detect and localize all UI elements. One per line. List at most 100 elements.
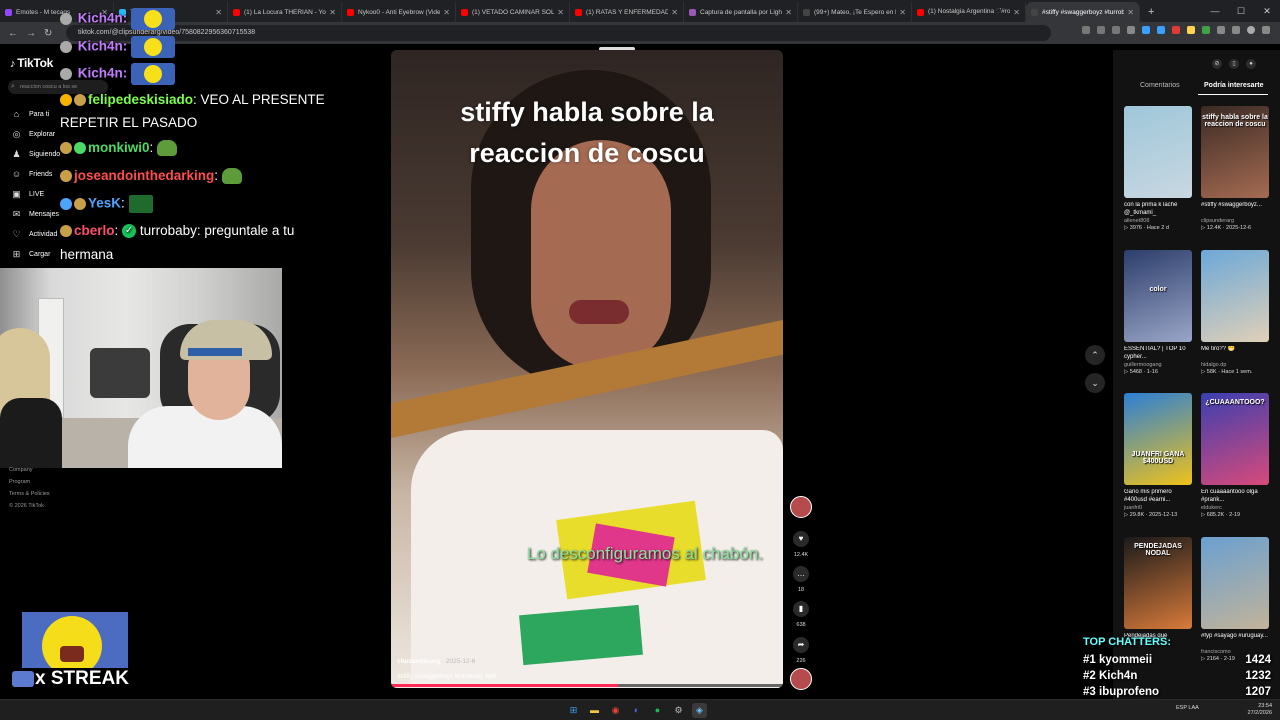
video-thumbnail[interactable] — [1201, 537, 1269, 629]
browser-tab[interactable]: (1) Nostalgia Argentina ්#ro ✕ — [912, 2, 1026, 22]
user-badge-icon — [60, 68, 72, 80]
menu-dots-icon[interactable] — [1262, 26, 1270, 34]
video-player[interactable]: stiffy habla sobre la reaccion de coscu L… — [391, 50, 783, 688]
next-video-chevron-down-icon[interactable]: ⌄ — [1085, 373, 1105, 393]
chat-message: joseandointhedarking: — [60, 168, 242, 185]
discord-icon[interactable]: ◐ — [629, 703, 644, 718]
video-thumbnail[interactable]: JUANFRI GANA $400USD — [1124, 393, 1192, 485]
following-icon: ♟ — [12, 148, 21, 159]
footer-link[interactable]: © 2026 TikTok — [9, 500, 50, 512]
video-card[interactable]: JUANFRI GANA $400USD Gano mis primero #40… — [1124, 393, 1194, 518]
extension-icon[interactable] — [1142, 26, 1150, 34]
maximize-icon[interactable]: ☐ — [1228, 6, 1254, 17]
close-window-icon[interactable]: ✕ — [1254, 6, 1280, 17]
avatar[interactable]: ● — [1246, 59, 1256, 69]
phone-icon[interactable]: ▯ — [1229, 59, 1239, 69]
video-card[interactable]: con la prima k lache @_tkmami_ allenet808… — [1124, 106, 1194, 231]
video-thumbnail[interactable]: PENDEJADAS NODAL — [1124, 537, 1192, 629]
browser-tab[interactable]: Captura de pantalla por Light ✕ — [684, 2, 798, 22]
video-thumbnail[interactable]: stiffy habla sobre la reaccion de coscu — [1201, 106, 1269, 198]
footer-link[interactable]: Company — [9, 464, 50, 476]
close-tab-icon[interactable]: ✕ — [899, 8, 906, 17]
chat-message: cberlo: ✓ turrobaby: preguntale a tu — [60, 223, 294, 239]
minimize-icon[interactable]: — — [1202, 6, 1228, 16]
close-tab-icon[interactable]: ✕ — [557, 8, 564, 17]
video-card[interactable]: stiffy habla sobre la reaccion de coscu #… — [1201, 106, 1271, 231]
spotify-icon[interactable]: ● — [650, 703, 665, 718]
browser-tab[interactable]: (1) RATAS Y ENFERMEDADES✕ — [570, 2, 684, 22]
chrome-icon[interactable]: ◉ — [608, 703, 623, 718]
browser-tab[interactable]: (1) VETADO CAMINAR SOLO -✕ — [456, 2, 570, 22]
video-author[interactable]: eldukerc — [1201, 505, 1271, 511]
browser-tab[interactable]: #stiffy #swaggerboyz #turrob ✕ — [1026, 2, 1140, 22]
steam-icon[interactable]: ◈ — [692, 703, 707, 718]
browser-tab-strip: Emotes - M tecags✕7TV✕(1) La Locura THER… — [0, 0, 1280, 22]
translate-icon[interactable] — [1082, 26, 1090, 34]
bookmark-icon[interactable]: ▮ — [793, 601, 809, 617]
extension-icon[interactable] — [1187, 26, 1195, 34]
video-hashtags[interactable]: #stiffy #swaggerboyz #turrobaby #pilf — [397, 674, 496, 680]
close-tab-icon[interactable]: ✕ — [443, 8, 450, 17]
avatar[interactable] — [1247, 26, 1255, 34]
video-thumbnail[interactable]: color — [1124, 250, 1192, 342]
browser-tab[interactable]: (99+) Mateo, ¡Te Espero en la ✕ — [798, 2, 912, 22]
url-bar[interactable]: tiktok.com/@clipsunderarg/video/75808229… — [66, 25, 1051, 41]
sidepanel-icon[interactable] — [1232, 26, 1240, 34]
close-tab-icon[interactable]: ✕ — [671, 8, 678, 17]
user-badge-icon — [60, 170, 72, 183]
tray-clock[interactable]: 23:54 27/2/2026 — [1248, 703, 1272, 717]
close-tab-icon[interactable]: ✕ — [1013, 8, 1020, 17]
previous-video-chevron-up-icon[interactable]: ⌃ — [1085, 345, 1105, 365]
like-icon[interactable]: ♥ — [793, 531, 809, 547]
video-author[interactable]: allenet808 — [1124, 218, 1194, 224]
close-tab-icon[interactable]: ✕ — [215, 8, 222, 17]
browser-tab[interactable]: Nykoo0 - Anti Eyebrow (Vide ✕ — [342, 2, 456, 22]
footer-link[interactable]: Terms & Policies — [9, 488, 50, 500]
video-author[interactable]: clipsunderarg — [1201, 218, 1271, 224]
video-author[interactable]: juanfri0 — [1124, 505, 1194, 511]
video-author[interactable]: clipsunderarg — [397, 658, 440, 665]
creator-avatar[interactable] — [790, 496, 812, 518]
footer-link[interactable]: Program — [9, 476, 50, 488]
video-card[interactable]: ¿CUAAANTOOO? En cuaaaantooo olga #prank..… — [1201, 393, 1271, 518]
video-card[interactable]: Me tiro?? 😁 hidalgo.dp ▷ 58K · Hace 1 sem. — [1201, 250, 1271, 375]
video-card[interactable]: color ESSENTIAL? | TOP 10 cypher... guille… — [1124, 250, 1194, 375]
settings-icon[interactable]: ⚙ — [671, 703, 686, 718]
zoom-icon[interactable] — [1097, 26, 1105, 34]
extension-icon[interactable] — [1202, 26, 1210, 34]
top-chatters: TOP CHATTERS: #1 kyommeii 1424 #2 Kich4n 12… — [1083, 636, 1273, 698]
tab-comentarios[interactable]: Comentarios — [1140, 82, 1180, 89]
bookmark-star-icon[interactable] — [1127, 26, 1135, 34]
comment-icon[interactable]: … — [793, 566, 809, 582]
tab-podria-interesarte[interactable]: Podría interesarte — [1204, 82, 1264, 89]
video-progress-bar[interactable] — [391, 684, 783, 687]
share-icon[interactable] — [1112, 26, 1120, 34]
live-icon: ▣ — [12, 188, 21, 199]
video-thumbnail[interactable] — [1201, 250, 1269, 342]
puzzle-icon[interactable] — [1217, 26, 1225, 34]
tray-language[interactable]: ESP LAA — [1176, 705, 1199, 711]
forward-icon[interactable]: → — [26, 28, 36, 39]
windows-start-icon[interactable]: ⊞ — [566, 703, 581, 718]
video-author-line: clipsunderarg · 2025-12-6 — [397, 658, 476, 665]
extension-icon[interactable] — [1157, 26, 1165, 34]
close-tab-icon[interactable]: ✕ — [785, 8, 792, 17]
compass-icon[interactable]: ⊘ — [1212, 59, 1222, 69]
tiktok-logo[interactable]: ♪ TikTok — [10, 56, 53, 70]
tab-favicon-icon — [233, 8, 240, 16]
video-card[interactable]: PENDEJADAS NODAL Pendejadas que — [1124, 537, 1194, 649]
share-icon[interactable]: ➦ — [793, 637, 809, 653]
file-explorer-icon[interactable]: ▬ — [587, 703, 602, 718]
reload-icon[interactable]: ↻ — [44, 28, 52, 39]
extension-icon[interactable] — [1172, 26, 1180, 34]
browser-tab[interactable]: (1) La Locura THERIAN - YouT ✕ — [228, 2, 342, 22]
video-author[interactable]: guillermoogang — [1124, 362, 1194, 368]
video-author[interactable]: hidalgo.dp — [1201, 362, 1271, 368]
close-tab-icon[interactable]: ✕ — [329, 8, 336, 17]
video-thumbnail[interactable]: ¿CUAAANTOOO? — [1201, 393, 1269, 485]
music-disc-icon[interactable] — [790, 668, 812, 690]
video-thumbnail[interactable] — [1124, 106, 1192, 198]
close-tab-icon[interactable]: ✕ — [1127, 8, 1134, 17]
new-tab-icon[interactable]: + — [1148, 2, 1154, 22]
back-icon[interactable]: ← — [8, 28, 18, 39]
